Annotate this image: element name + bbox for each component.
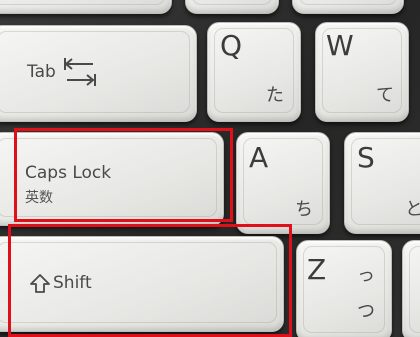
a-key-kana: ち: [295, 199, 313, 220]
x-key-partial: [402, 240, 420, 337]
caps-lock-sub-label: 英数: [25, 190, 53, 206]
top-row-key-mid: [185, 0, 279, 14]
q-key-kana: た: [266, 85, 284, 106]
tab-arrows-icon: [64, 58, 96, 86]
q-key: Q た: [207, 22, 301, 122]
w-key: W て: [315, 22, 409, 122]
shift-key: Shift: [0, 236, 284, 332]
caps-lock-label: Caps Lock: [25, 163, 112, 183]
tab-key-label: Tab: [27, 62, 56, 82]
z-key: Z っ つ: [296, 240, 392, 337]
shift-key-label: Shift: [53, 273, 92, 293]
z-key-letter: Z: [307, 253, 327, 286]
shift-arrow-icon: [30, 274, 50, 293]
w-key-kana: て: [376, 85, 394, 106]
tab-key: Tab: [0, 25, 197, 122]
a-key: A ち: [236, 132, 330, 234]
caps-lock-key: Caps Lock 英数: [0, 132, 224, 226]
z-key-kana-top: っ: [357, 265, 375, 286]
keyboard-photo: Tab Q た W て Caps Lock 英数 A ち S と Shift Z…: [0, 0, 420, 337]
s-key-kana: と: [405, 199, 420, 220]
s-key-letter: S: [357, 141, 375, 174]
top-row-key-right: [292, 0, 404, 14]
a-key-letter: A: [249, 141, 269, 174]
q-key-letter: Q: [220, 29, 243, 62]
top-row-key-left: [0, 0, 172, 14]
z-key-kana: つ: [357, 301, 375, 322]
s-key: S と: [344, 132, 420, 234]
w-key-letter: W: [326, 29, 354, 62]
